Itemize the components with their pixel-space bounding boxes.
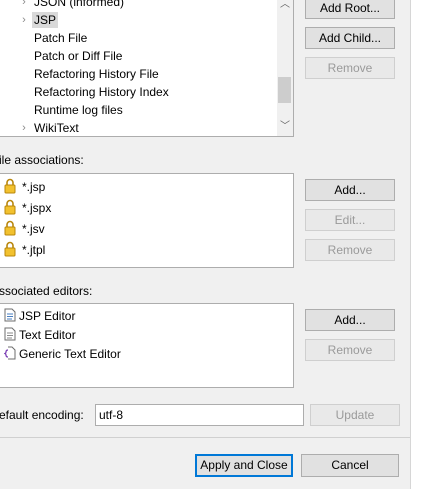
- footer-separator: [0, 437, 410, 438]
- chevron-right-icon[interactable]: ›: [19, 11, 29, 29]
- add-child-button[interactable]: Add Child...: [305, 27, 395, 49]
- tree-item-label: Refactoring History Index: [34, 85, 169, 99]
- file-associations-label: ile associations:: [0, 153, 84, 167]
- chevron-right-icon[interactable]: ›: [19, 119, 29, 136]
- list-item-label: Generic Text Editor: [19, 347, 121, 361]
- list-item-label: *.jtpl: [22, 243, 46, 257]
- associated-editors-list[interactable]: JSP Editor Text Editor Generic Text Edit…: [0, 303, 294, 388]
- tree-item-label: Patch or Diff File: [34, 49, 123, 63]
- tree-item-patch-or-diff[interactable]: Patch or Diff File: [0, 47, 277, 65]
- tree-item-label: JSON (informed): [34, 0, 125, 9]
- list-item-jsp[interactable]: *.jsp: [0, 177, 289, 197]
- list-item-label: Text Editor: [19, 328, 76, 342]
- cancel-button[interactable]: Cancel: [301, 454, 399, 477]
- associated-editors-label: ssociated editors:: [0, 284, 93, 298]
- list-item-jsv[interactable]: *.jsv: [0, 219, 289, 239]
- tree-item-label: WikiText: [34, 121, 79, 135]
- add-root-button[interactable]: Add Root...: [305, 0, 395, 19]
- scroll-up-icon[interactable]: ︿: [277, 0, 293, 11]
- scroll-down-icon[interactable]: ﹀: [277, 121, 293, 133]
- default-encoding-label: efault encoding:: [0, 408, 84, 422]
- list-item-label: *.jsp: [22, 180, 46, 194]
- tree-item-label: JSP: [32, 12, 59, 28]
- lock-icon: [4, 241, 16, 257]
- tree-scrollbar[interactable]: ︿ ﹀: [277, 0, 293, 136]
- list-item-jtpl[interactable]: *.jtpl: [0, 240, 289, 260]
- tree-item-label: Runtime log files: [34, 103, 123, 117]
- file-assoc-add-button[interactable]: Add...: [305, 179, 395, 201]
- tree-item-label: Patch File: [34, 31, 88, 45]
- list-item-label: *.jspx: [22, 201, 52, 215]
- tree-item-patch-file[interactable]: Patch File: [0, 29, 277, 47]
- list-item-jsp-editor[interactable]: JSP Editor: [0, 306, 289, 325]
- list-item-generic-text-editor[interactable]: Generic Text Editor: [0, 344, 289, 363]
- text-editor-icon: [4, 327, 16, 341]
- scrollbar-thumb[interactable]: [278, 77, 291, 103]
- tree-item-runtime-log-files[interactable]: Runtime log files: [0, 101, 277, 119]
- file-associations-list[interactable]: *.jsp *.jspx *.jsv *.jtpl: [0, 173, 294, 268]
- lock-icon: [4, 220, 16, 236]
- file-assoc-edit-button[interactable]: Edit...: [305, 209, 395, 231]
- tree-item-refactoring-history-index[interactable]: Refactoring History Index: [0, 83, 277, 101]
- encoding-input[interactable]: utf-8: [95, 404, 304, 426]
- dialog-right-edge: [410, 0, 425, 489]
- list-item-label: JSP Editor: [19, 309, 76, 323]
- tree-item-refactoring-history-file[interactable]: Refactoring History File: [0, 65, 277, 83]
- tree-item-wikitext[interactable]: › WikiText: [0, 119, 277, 136]
- tree-item-json[interactable]: › JSON (informed): [0, 0, 277, 11]
- content-type-tree[interactable]: › JSON (informed) › JSP Patch File Patch…: [0, 0, 294, 137]
- tree-remove-button[interactable]: Remove: [305, 57, 395, 79]
- list-item-jspx[interactable]: *.jspx: [0, 198, 289, 218]
- apply-and-close-button[interactable]: Apply and Close: [195, 454, 293, 477]
- encoding-update-button[interactable]: Update: [310, 404, 400, 426]
- list-item-text-editor[interactable]: Text Editor: [0, 325, 289, 344]
- encoding-value: utf-8: [99, 408, 124, 422]
- chevron-right-icon[interactable]: ›: [19, 0, 29, 11]
- lock-icon: [4, 178, 16, 194]
- generic-text-editor-icon: [4, 346, 16, 360]
- tree-item-jsp[interactable]: › JSP: [0, 11, 277, 29]
- jsp-editor-icon: [4, 308, 16, 322]
- tree-item-label: Refactoring History File: [34, 67, 159, 81]
- file-assoc-remove-button[interactable]: Remove: [305, 239, 395, 261]
- lock-icon: [4, 199, 16, 215]
- editors-remove-button[interactable]: Remove: [305, 339, 395, 361]
- list-item-label: *.jsv: [22, 222, 45, 236]
- editors-add-button[interactable]: Add...: [305, 309, 395, 331]
